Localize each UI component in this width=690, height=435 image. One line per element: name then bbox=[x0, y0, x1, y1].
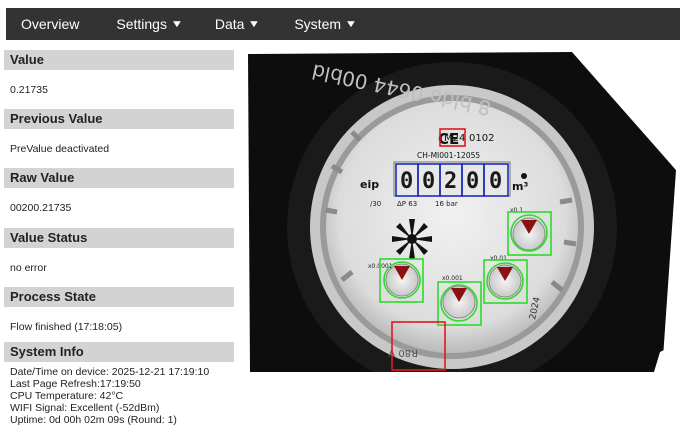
nav-settings-menu[interactable]: Settings ▼ bbox=[108, 8, 190, 40]
flow-indicator-star-icon bbox=[392, 219, 432, 259]
digit-2: 2 bbox=[444, 169, 457, 194]
model-code: M24 bbox=[444, 133, 465, 144]
chevron-down-icon: ▼ bbox=[247, 18, 261, 30]
digit-1: 0 bbox=[422, 169, 435, 194]
spec-flow: /30 bbox=[370, 200, 381, 208]
value-status-text: no error bbox=[10, 262, 47, 274]
raw-value-text: 00200.21735 bbox=[10, 202, 72, 214]
previous-value-panel-title: Previous Value bbox=[4, 109, 234, 129]
nav-system-label: System bbox=[294, 16, 342, 32]
value-status-panel: Value Status no error bbox=[4, 228, 234, 274]
previous-value-text: PreValue deactivated bbox=[10, 143, 110, 155]
meter-camera-image: 8 bldo 0644 00bld CE M24 0102 CH-MI001-1… bbox=[242, 52, 676, 372]
model-suffix: 0102 bbox=[469, 133, 494, 144]
value-panel: Value 0.21735 bbox=[4, 50, 234, 96]
process-state-panel: Process State Flow finished (17:18:05) bbox=[4, 287, 234, 333]
system-info-cpu-temp: CPU Temperature: 42°C bbox=[10, 390, 124, 402]
nav-settings-label: Settings bbox=[116, 16, 167, 32]
raw-value-panel: Raw Value 00200.21735 bbox=[4, 168, 234, 214]
system-info-wifi: WIFI Signal: Excellent (-52dBm) bbox=[10, 402, 160, 414]
certificate-number: CH-MI001-12055 bbox=[417, 151, 480, 160]
raw-value-panel-title: Raw Value bbox=[4, 168, 234, 188]
nav-overview[interactable]: Overview bbox=[13, 8, 87, 40]
process-state-panel-title: Process State bbox=[4, 287, 234, 307]
spec-pressure: 16 bar bbox=[435, 200, 458, 208]
analog-dial-3 bbox=[512, 217, 546, 251]
nav-data-menu[interactable]: Data ▼ bbox=[207, 8, 267, 40]
analog-dial-2 bbox=[488, 264, 522, 298]
system-info-panel-title: System Info bbox=[4, 342, 234, 362]
system-info-panel: System Info Date/Time on device: 2025-12… bbox=[4, 342, 234, 426]
spec-pressure-loss: ΔP 63 bbox=[397, 200, 417, 208]
analog-dial-1 bbox=[442, 285, 476, 319]
system-info-last-refresh: Last Page Refresh:17:19:50 bbox=[10, 378, 141, 390]
meter-dot-icon bbox=[521, 173, 527, 179]
nav-overview-label: Overview bbox=[21, 16, 80, 32]
system-info-datetime: Date/Time on device: 2025-12-21 17:19:10 bbox=[10, 366, 210, 378]
nav-data-label: Data bbox=[214, 16, 245, 32]
dial-label-1: x0.001 bbox=[442, 275, 463, 282]
digit-4: 0 bbox=[489, 169, 502, 194]
system-info-uptime: Uptime: 0d 00h 02m 09s (Round: 1) bbox=[10, 414, 177, 426]
dial-label-3: x0.1 bbox=[510, 207, 523, 214]
system-info-body: Date/Time on device: 2025-12-21 17:19:10… bbox=[4, 362, 234, 426]
dial-label-2: x0.01 bbox=[490, 255, 507, 262]
nav-system-menu[interactable]: System ▼ bbox=[286, 8, 364, 40]
unit-label: m³ bbox=[512, 180, 528, 193]
chevron-down-icon: ▼ bbox=[344, 18, 358, 30]
previous-value-panel: Previous Value PreValue deactivated bbox=[4, 109, 234, 155]
process-state-text: Flow finished (17:18:05) bbox=[10, 321, 123, 333]
digit-3: 0 bbox=[466, 169, 479, 194]
top-navigation-bar: Overview Settings ▼ Data ▼ System ▼ bbox=[6, 8, 680, 40]
value-text: 0.21735 bbox=[10, 84, 48, 96]
value-panel-title: Value bbox=[4, 50, 234, 70]
digit-0: 0 bbox=[400, 169, 413, 194]
value-status-panel-title: Value Status bbox=[4, 228, 234, 248]
brand-logo: eip bbox=[360, 178, 379, 191]
chevron-down-icon: ▼ bbox=[170, 18, 184, 30]
